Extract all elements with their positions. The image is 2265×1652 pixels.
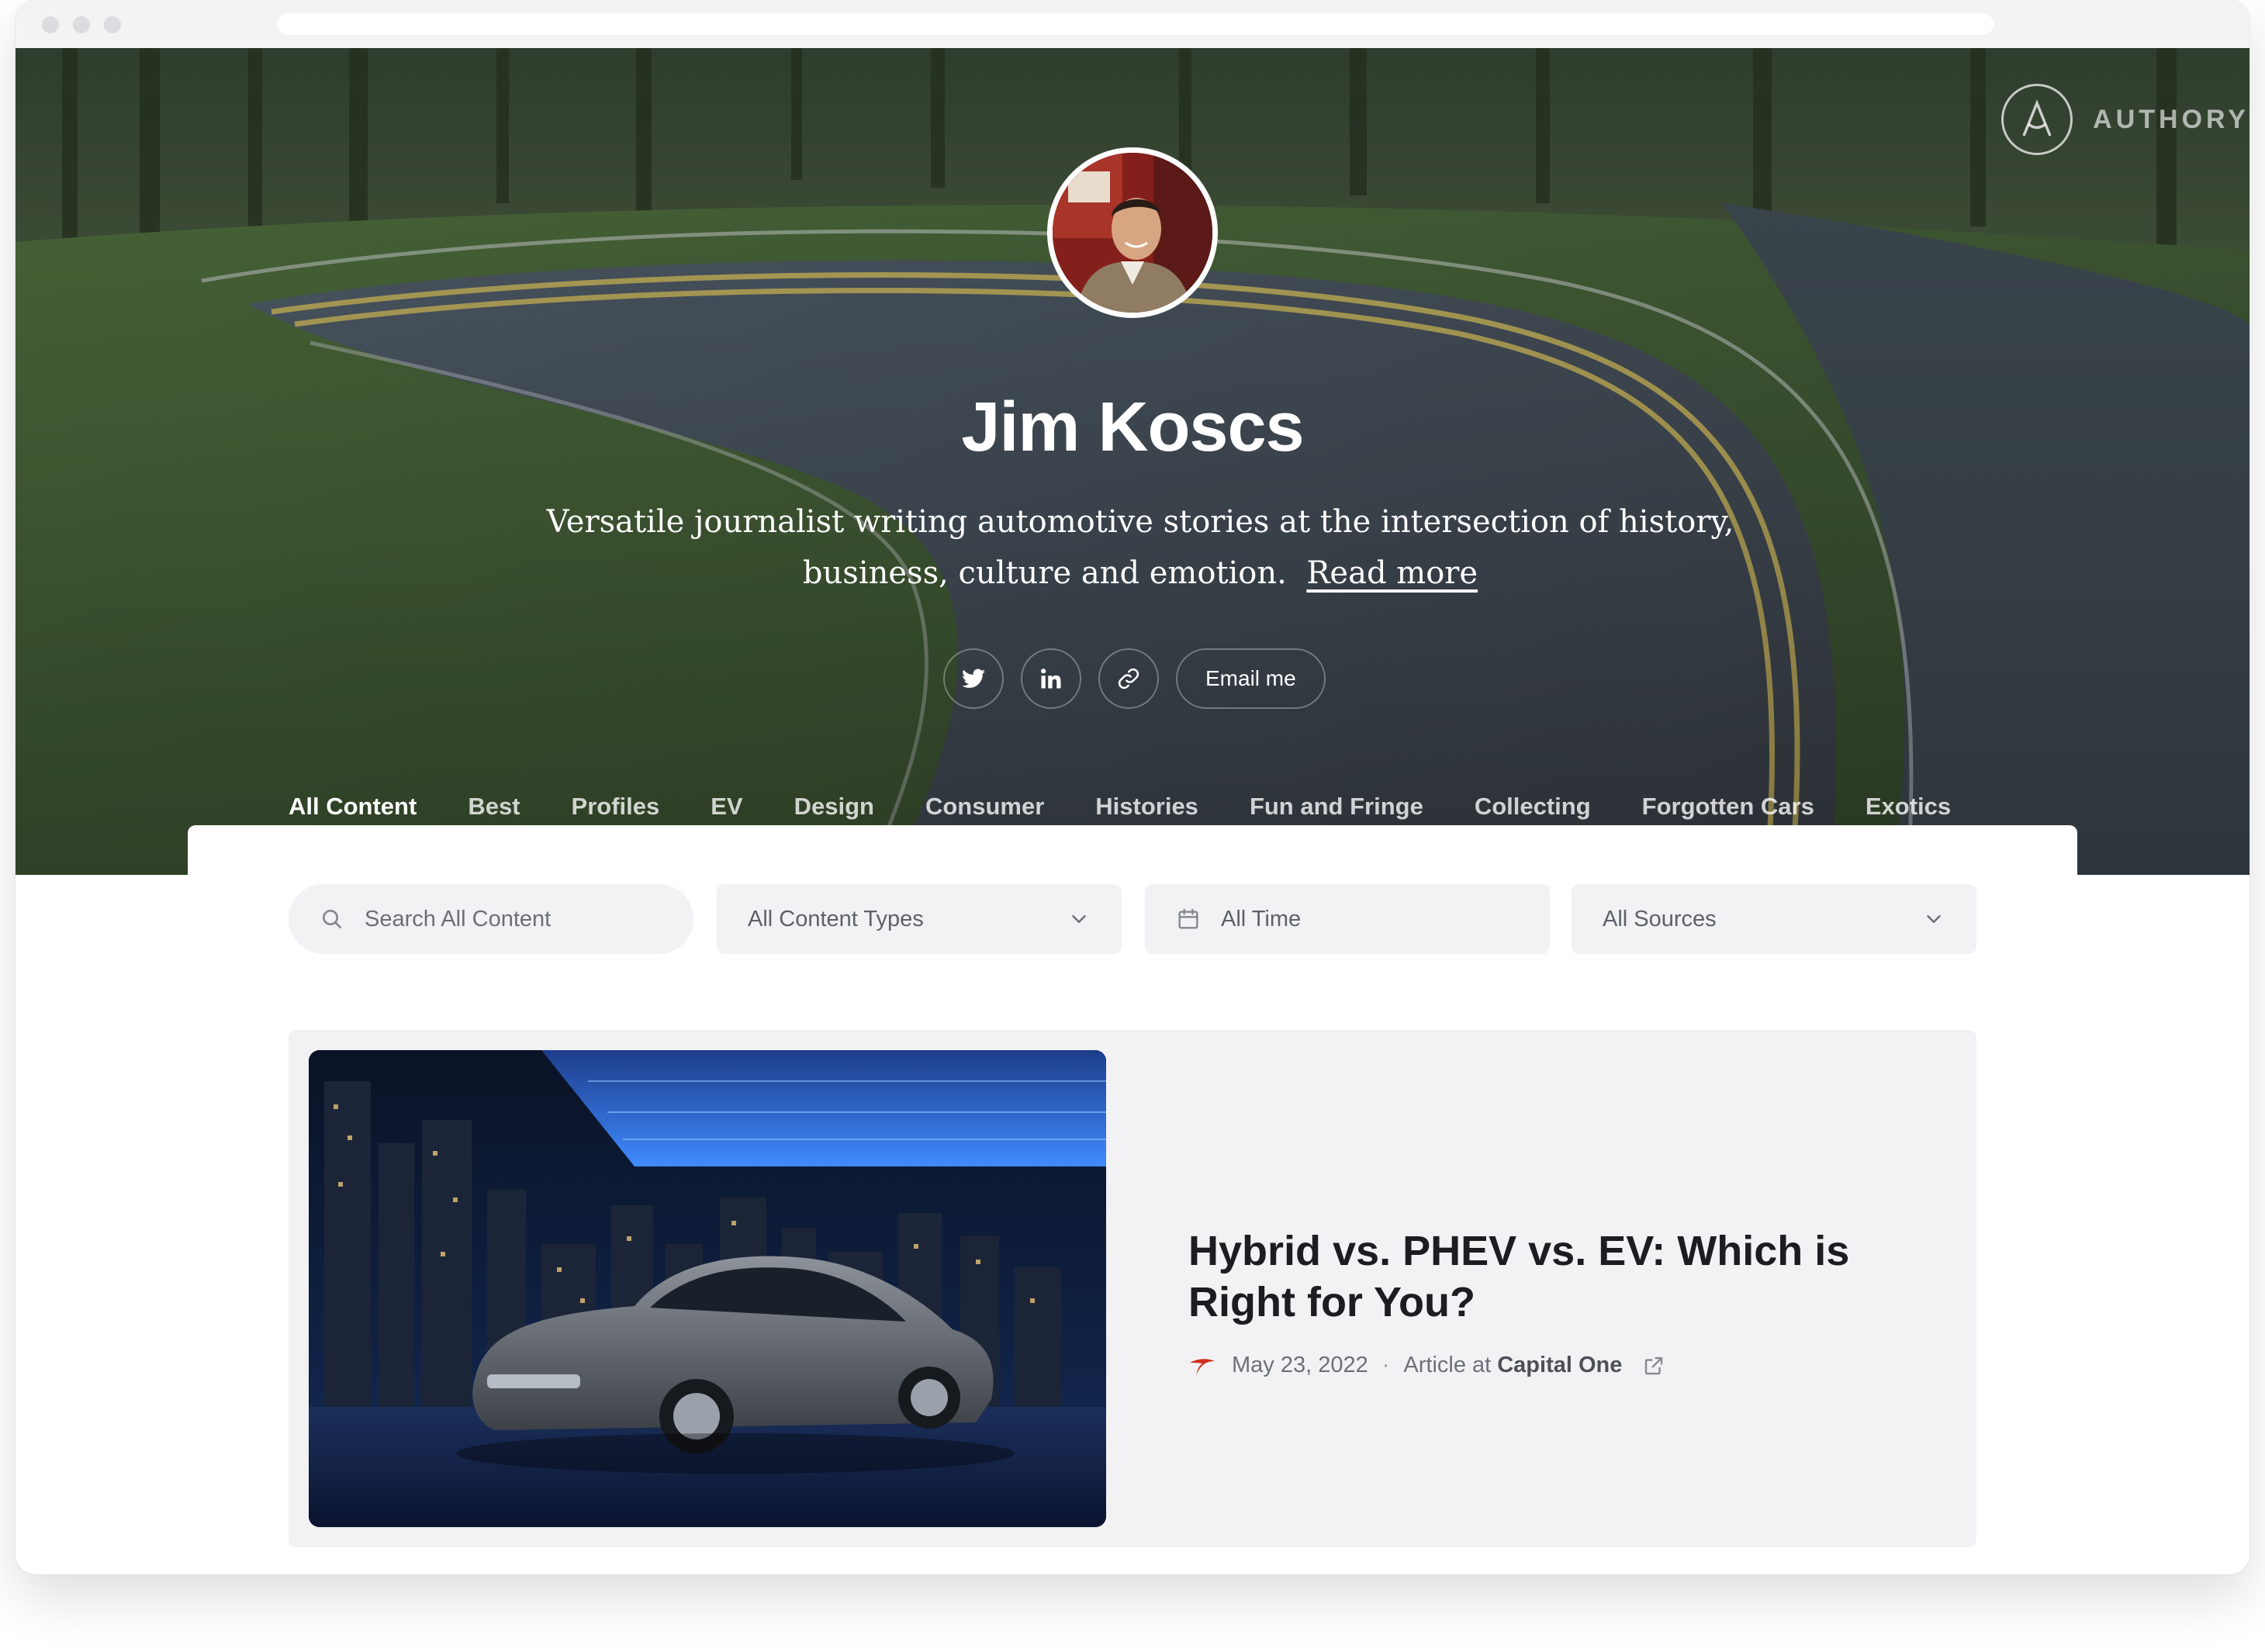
browser-window: AUTHORY Jim Koscs Versatile journalist w… — [16, 0, 2249, 1574]
tab-profiles[interactable]: Profiles — [572, 793, 660, 821]
profile-bio: Versatile journalist writing automotive … — [527, 496, 1753, 599]
calendar-icon — [1178, 908, 1198, 929]
sources-select[interactable]: All Sources — [1572, 884, 1976, 954]
article-type: Article at — [1403, 1353, 1492, 1377]
window-close-dot[interactable] — [42, 16, 59, 33]
linkedin-button[interactable] — [1021, 648, 1081, 709]
social-links: Email me — [943, 648, 1326, 709]
profile-bio-text: Versatile journalist writing automotive … — [546, 504, 1734, 591]
browser-titlebar — [16, 0, 2249, 48]
tab-exotics[interactable]: Exotics — [1866, 793, 1951, 821]
external-link-icon — [1645, 1357, 1663, 1374]
chevron-down-icon — [1927, 915, 1941, 923]
window-minimize-dot[interactable] — [73, 16, 90, 33]
tab-design[interactable]: Design — [794, 793, 874, 821]
address-bar[interactable] — [278, 13, 1994, 35]
link-icon — [1118, 668, 1139, 689]
linkedin-icon — [1041, 669, 1061, 689]
profile-name: Jim Koscs — [961, 389, 1304, 466]
external-link-button[interactable] — [1642, 1354, 1665, 1377]
article-title[interactable]: Hybrid vs. PHEV vs. EV: Which is Right f… — [1188, 1225, 1933, 1328]
window-zoom-dot[interactable] — [104, 16, 121, 33]
chevron-down-icon — [1072, 915, 1086, 923]
profile-avatar — [1047, 147, 1218, 318]
date-range-value: All Time — [1221, 906, 1302, 931]
date-range-select[interactable]: All Time — [1145, 884, 1550, 954]
website-link-button[interactable] — [1098, 648, 1159, 709]
capital-one-logo-icon — [1190, 1358, 1215, 1375]
content-type-select[interactable]: All Content Types — [717, 884, 1122, 954]
tab-histories[interactable]: Histories — [1095, 793, 1198, 821]
authory-logo-icon — [2001, 84, 2073, 155]
tab-collecting[interactable]: Collecting — [1475, 793, 1591, 821]
search-input[interactable]: Search All Content — [289, 884, 693, 954]
article-source: Capital One — [1497, 1353, 1623, 1377]
twitter-button[interactable] — [943, 648, 1004, 709]
article-thumbnail[interactable] — [309, 1050, 1106, 1527]
sources-value: All Sources — [1603, 906, 1717, 931]
search-placeholder: Search All Content — [365, 906, 552, 931]
email-me-button[interactable]: Email me — [1176, 648, 1326, 709]
filter-bar: Search All Content All Content Types All… — [289, 884, 1976, 954]
authory-logo-text: AUTHORY — [2093, 104, 2249, 134]
article-date: May 23, 2022 — [1232, 1353, 1368, 1377]
meta-separator: · — [1381, 1353, 1390, 1377]
tab-fun-and-fringe[interactable]: Fun and Fringe — [1250, 793, 1423, 821]
authory-logo[interactable]: AUTHORY — [2001, 81, 2249, 158]
tab-ev[interactable]: EV — [711, 793, 742, 821]
content-tabs: All Content Best Profiles EV Design Cons… — [289, 793, 2002, 821]
tab-all-content[interactable]: All Content — [289, 793, 417, 821]
tab-forgotten-cars[interactable]: Forgotten Cars — [1642, 793, 1814, 821]
content-type-value: All Content Types — [748, 906, 924, 931]
twitter-icon — [962, 669, 985, 688]
tab-best[interactable]: Best — [468, 793, 520, 821]
article-meta: May 23, 2022 · Article at Capital One — [1188, 1353, 1665, 1378]
article-card[interactable]: Hybrid vs. PHEV vs. EV: Which is Right f… — [289, 1030, 1976, 1547]
profile-header: AUTHORY Jim Koscs Versatile journalist w… — [16, 48, 2249, 875]
search-icon — [323, 910, 341, 928]
tab-consumer[interactable]: Consumer — [925, 793, 1044, 821]
read-more-link[interactable]: Read more — [1306, 555, 1478, 591]
